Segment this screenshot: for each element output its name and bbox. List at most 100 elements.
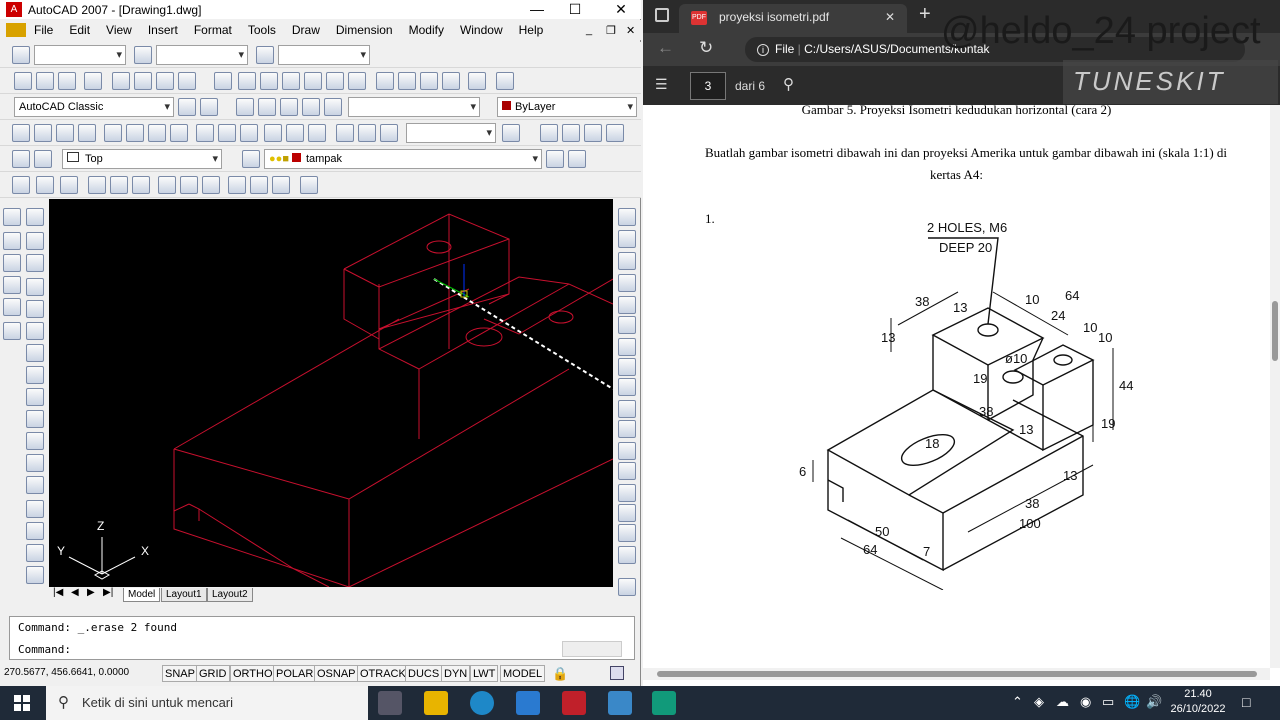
tool-palette-icon[interactable] xyxy=(618,578,636,596)
draw-tool-icon-6[interactable] xyxy=(26,254,44,272)
view-combo[interactable]: Top xyxy=(62,149,222,169)
ucs-world-icon[interactable] xyxy=(12,176,30,194)
ucs-named-icon[interactable] xyxy=(250,176,268,194)
helix-icon[interactable] xyxy=(178,72,196,90)
doc-minimize-button[interactable]: _ xyxy=(586,24,592,36)
polar-toggle[interactable]: POLAR xyxy=(273,665,317,682)
clean-screen-icon[interactable] xyxy=(610,666,624,680)
pyramid-icon[interactable] xyxy=(156,72,174,90)
menu-insert[interactable]: Insert xyxy=(140,23,186,37)
angular-icon[interactable] xyxy=(170,124,188,142)
draw-tool-icon-17[interactable] xyxy=(26,432,44,450)
drawing-canvas[interactable]: Z Y X xyxy=(49,199,613,587)
explode-icon[interactable] xyxy=(618,546,636,564)
vertical-scrollbar[interactable] xyxy=(1270,105,1280,668)
layout-window-icon-2[interactable] xyxy=(562,124,580,142)
clock[interactable]: 21.40 26/10/2022 xyxy=(1168,687,1228,717)
arc-length-icon[interactable] xyxy=(56,124,74,142)
draw-tool-icon-9[interactable] xyxy=(3,298,21,316)
ucs-z-rotate-icon[interactable] xyxy=(202,176,220,194)
table-style-icon[interactable] xyxy=(256,46,274,64)
draw-tool-icon-15[interactable] xyxy=(26,388,44,406)
minimize-button[interactable]: — xyxy=(520,0,554,19)
tab-nav-first-icon[interactable]: |◀ xyxy=(53,587,63,598)
draw-tool-icon-11[interactable] xyxy=(3,322,21,340)
layout-window-icon-4[interactable] xyxy=(606,124,624,142)
table-style-combo[interactable] xyxy=(278,45,370,65)
volume-icon[interactable]: 🔊 xyxy=(1146,694,1162,710)
layout-window-icon-1[interactable] xyxy=(540,124,558,142)
tray-icon-1[interactable]: ◈ xyxy=(1034,694,1044,710)
menu-format[interactable]: Format xyxy=(186,23,240,37)
text-style-combo[interactable] xyxy=(34,45,126,65)
draw-tool-icon-14[interactable] xyxy=(26,366,44,384)
layer-states-icon[interactable] xyxy=(568,150,586,168)
draw-tool-icon-2[interactable] xyxy=(26,208,44,226)
ucs-icon[interactable] xyxy=(12,150,30,168)
task-view-icon[interactable] xyxy=(378,691,402,715)
view-bottom-icon[interactable] xyxy=(326,72,344,90)
quick-dim-icon[interactable] xyxy=(196,124,214,142)
draw-tool-icon-20[interactable] xyxy=(26,500,44,518)
offset-icon[interactable] xyxy=(618,274,636,292)
menu-tools[interactable]: Tools xyxy=(240,23,284,37)
copy-icon[interactable] xyxy=(618,230,636,248)
draw-tool-icon-8[interactable] xyxy=(26,278,44,296)
contents-icon[interactable]: ☰ xyxy=(655,76,668,93)
draw-tool-icon-4[interactable] xyxy=(26,232,44,250)
dim-style-icon[interactable] xyxy=(134,46,152,64)
cone-icon[interactable] xyxy=(58,72,76,90)
tab-close-icon[interactable]: ✕ xyxy=(885,4,895,30)
snap-toggle[interactable]: SNAP xyxy=(162,665,198,682)
refresh-icon[interactable]: ↻ xyxy=(699,38,713,58)
zoom-previous-icon[interactable] xyxy=(302,98,320,116)
view-left-icon[interactable] xyxy=(260,72,278,90)
extend-icon[interactable] xyxy=(618,420,636,438)
tab-nav-prev-icon[interactable]: ◀ xyxy=(71,587,79,598)
lwt-toggle[interactable]: LWT xyxy=(470,665,499,682)
dim-style-icon-2[interactable] xyxy=(502,124,520,142)
view-front-icon[interactable] xyxy=(214,72,232,90)
text-style-icon[interactable] xyxy=(12,46,30,64)
orbit-icon[interactable] xyxy=(376,72,394,90)
stretch-icon[interactable] xyxy=(618,378,636,396)
layer-previous-icon[interactable] xyxy=(546,150,564,168)
ordinate-icon[interactable] xyxy=(78,124,96,142)
command-prompt[interactable]: Command: xyxy=(18,643,71,656)
menu-view[interactable]: View xyxy=(98,23,140,37)
ortho-toggle[interactable]: ORTHO xyxy=(230,665,276,682)
ucs-y-rotate-icon[interactable] xyxy=(180,176,198,194)
command-scrollbar[interactable] xyxy=(562,641,622,657)
dim-style-control-combo[interactable] xyxy=(406,123,496,143)
pan-icon[interactable] xyxy=(236,98,254,116)
menu-edit[interactable]: Edit xyxy=(61,23,98,37)
draw-tool-icon-10[interactable] xyxy=(26,300,44,318)
layout-window-icon-3[interactable] xyxy=(584,124,602,142)
taskbar-search[interactable]: ⚲ Ketik di sini untuk mencari xyxy=(46,686,368,720)
chevron-up-icon[interactable]: ⌃ xyxy=(1012,694,1023,710)
properties-icon[interactable] xyxy=(324,98,342,116)
dim-text-edit-icon[interactable] xyxy=(358,124,376,142)
mail-icon[interactable] xyxy=(516,691,540,715)
continue-icon[interactable] xyxy=(240,124,258,142)
tab-model[interactable]: Model xyxy=(123,588,161,602)
cloud-icon[interactable]: ☁ xyxy=(1056,694,1069,710)
grid-toggle[interactable]: GRID xyxy=(196,665,230,682)
file-explorer-icon[interactable] xyxy=(424,691,448,715)
draw-tool-icon-19[interactable] xyxy=(26,476,44,494)
join-icon[interactable] xyxy=(618,484,636,502)
horizontal-scroll-thumb[interactable] xyxy=(657,671,1257,677)
otrack-toggle[interactable]: OTRACK xyxy=(357,665,409,682)
view-iso-icon[interactable] xyxy=(348,72,366,90)
ucs-face-icon[interactable] xyxy=(60,176,78,194)
radius-icon[interactable] xyxy=(104,124,122,142)
ucs-apply-icon[interactable] xyxy=(228,176,246,194)
menu-dimension[interactable]: Dimension xyxy=(328,23,401,37)
back-icon[interactable]: ← xyxy=(657,38,674,58)
page-number-input[interactable]: 3 xyxy=(690,72,726,100)
tab-layout2[interactable]: Layout2 xyxy=(207,588,253,602)
tab-nav-last-icon[interactable]: ▶| xyxy=(103,587,113,598)
draw-tool-icon-1[interactable] xyxy=(3,208,21,226)
tab-layout1[interactable]: Layout1 xyxy=(161,588,207,602)
ucs-manager-icon[interactable] xyxy=(300,176,318,194)
